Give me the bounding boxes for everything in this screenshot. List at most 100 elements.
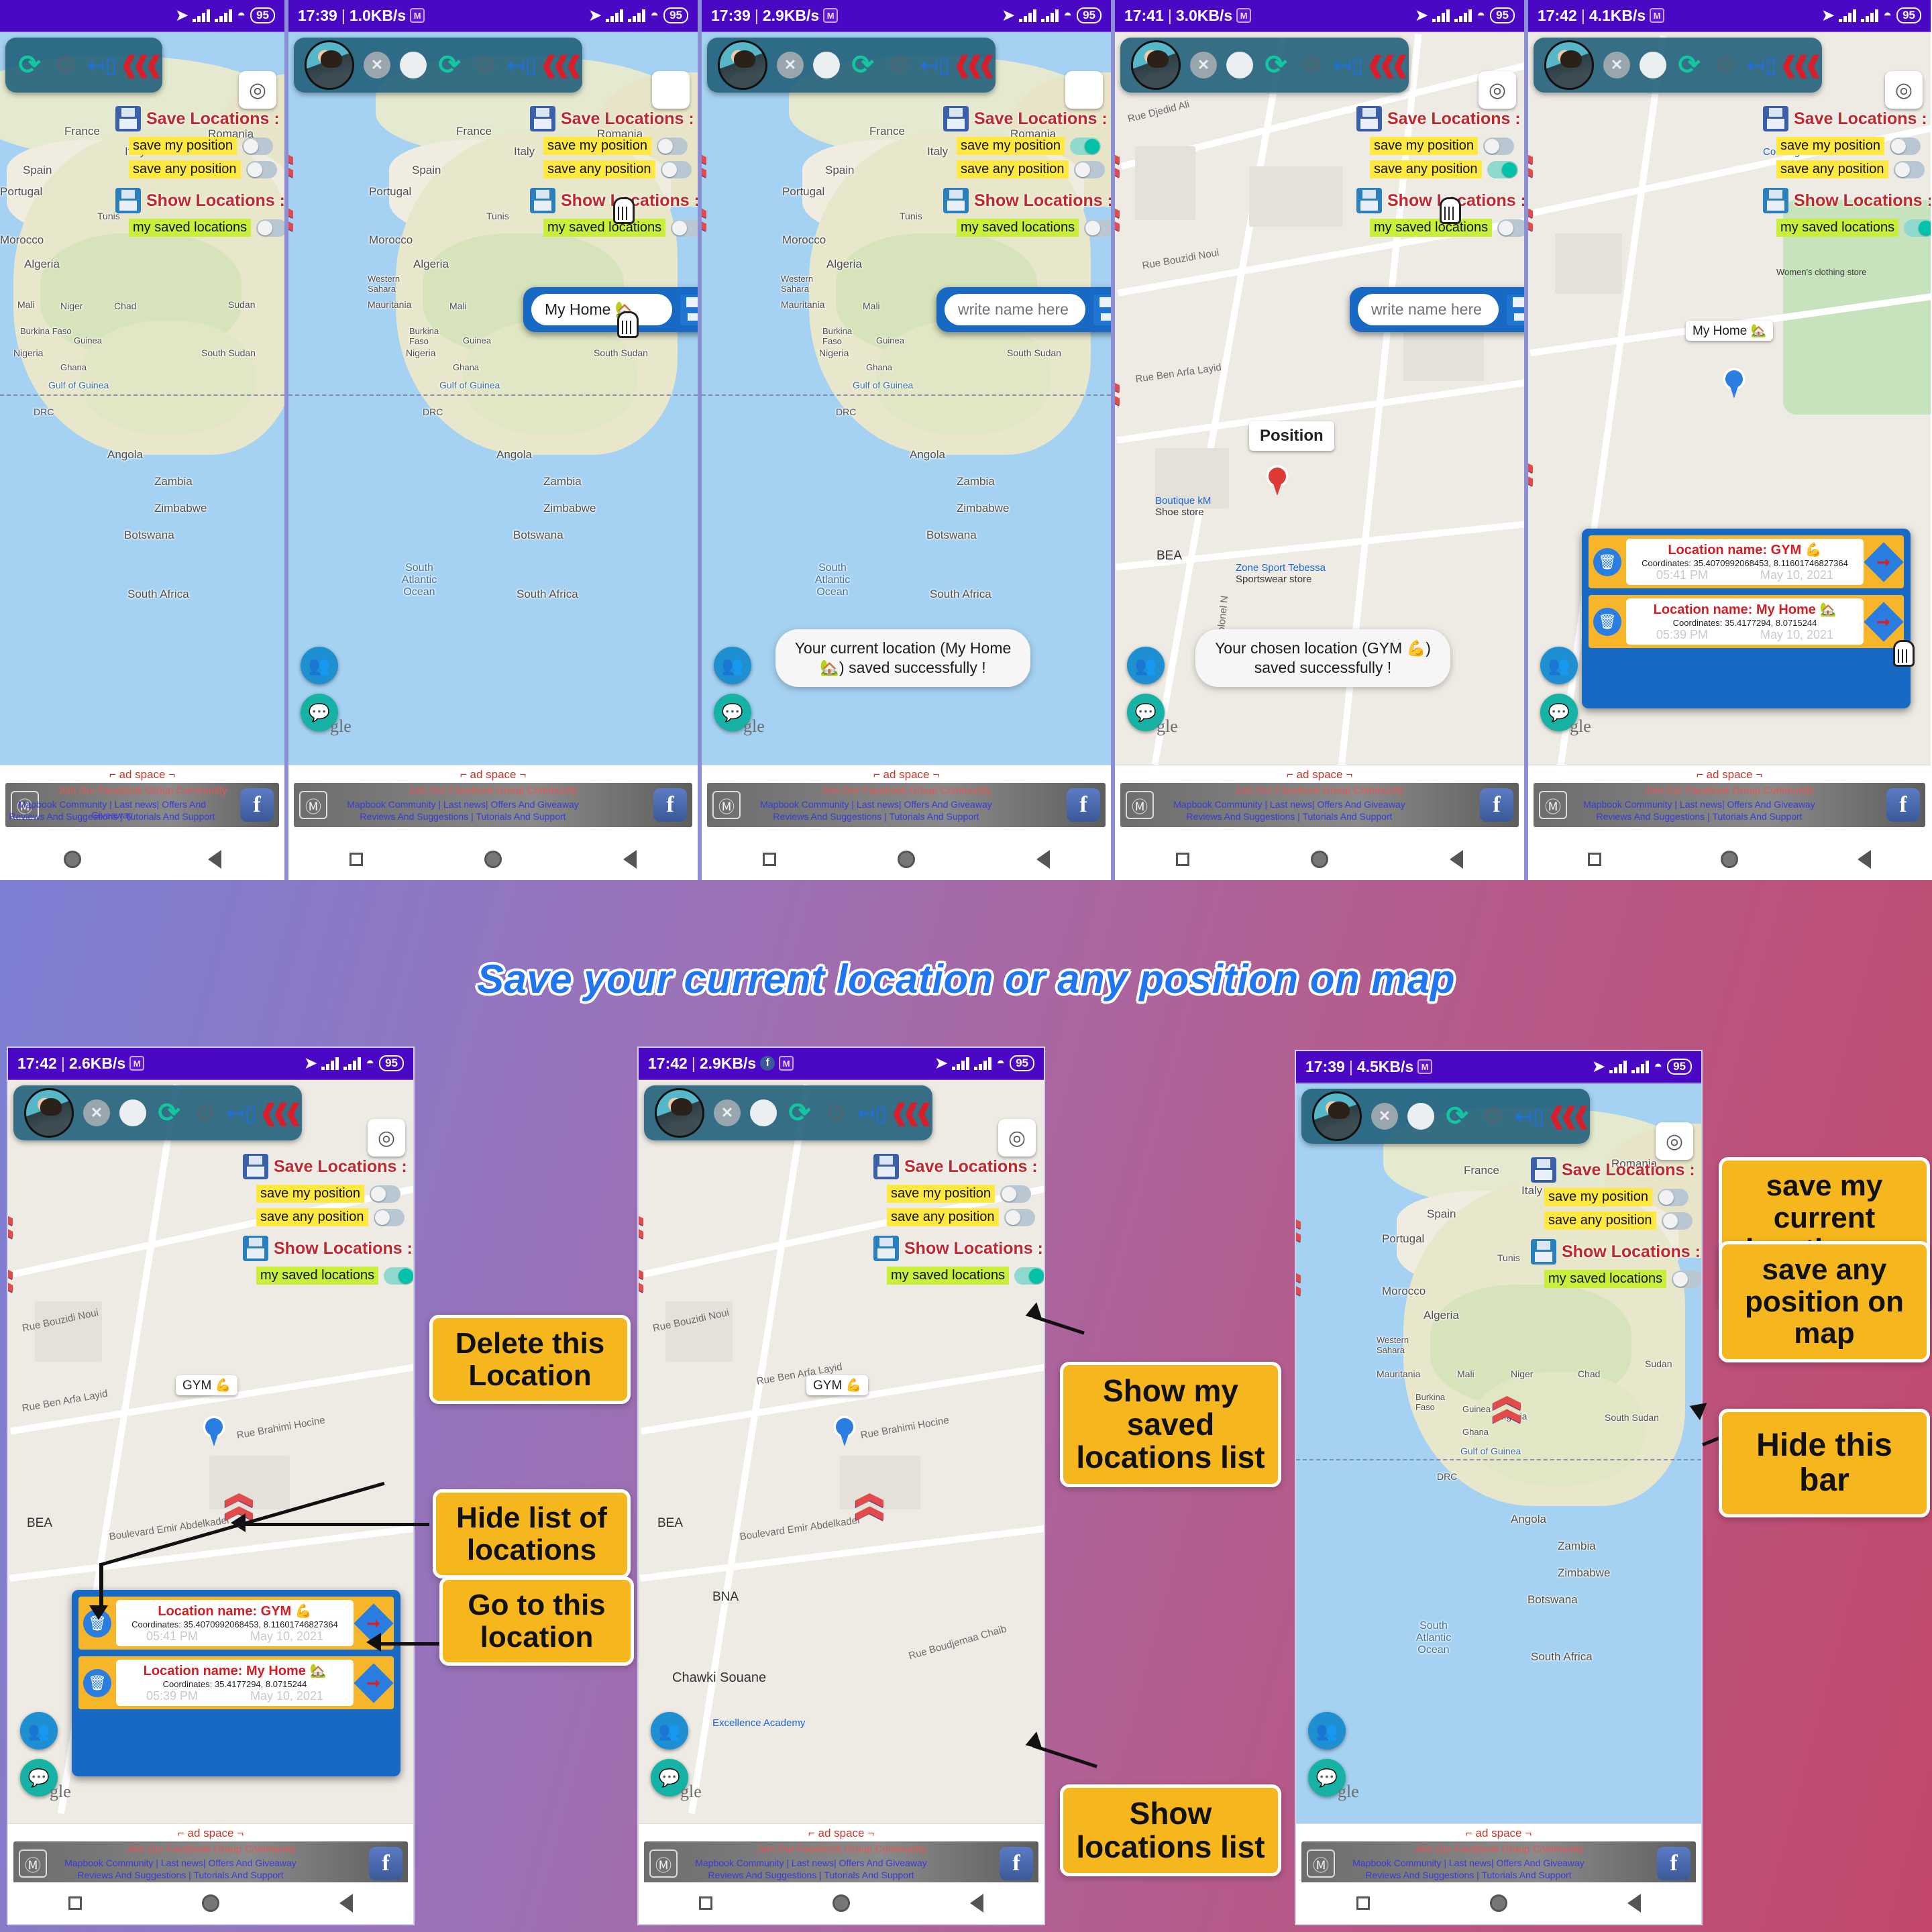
gps-target-icon[interactable]: ◎ bbox=[998, 1119, 1036, 1157]
circle-icon[interactable] bbox=[1226, 52, 1253, 78]
location-name-dialog[interactable] bbox=[523, 287, 698, 332]
gear-icon[interactable]: ⚙ bbox=[472, 51, 499, 78]
save-location-button[interactable] bbox=[680, 294, 698, 325]
double-chevron-icon[interactable]: ❰❰❰ bbox=[1779, 52, 1823, 78]
circle-icon[interactable] bbox=[400, 52, 427, 78]
hide-bar-chevron-icon-1[interactable]: ❰❰ bbox=[1296, 1211, 1304, 1237]
circle-icon[interactable] bbox=[750, 1099, 777, 1126]
exit-icon[interactable]: ↤▯ bbox=[857, 1099, 887, 1126]
gear-icon[interactable]: ⚙ bbox=[885, 51, 912, 78]
android-nav-bar[interactable] bbox=[8, 1882, 413, 1924]
my-saved-locations-toggle[interactable] bbox=[1672, 1270, 1701, 1288]
poi-excellence-academy[interactable]: Excellence Academy bbox=[712, 1717, 805, 1729]
save-my-position-toggle[interactable] bbox=[369, 1185, 400, 1203]
gear-icon[interactable]: ⚙ bbox=[52, 51, 79, 78]
list-item[interactable]: 🗑 Location name: My Home 🏡 Coordinates: … bbox=[1589, 595, 1904, 648]
people-icon[interactable]: 👥 bbox=[1308, 1712, 1346, 1750]
map-toolbar[interactable]: ⟳ ⚙ ↤▯ ❰❰❰ bbox=[5, 38, 164, 93]
refresh-icon[interactable]: ⟳ bbox=[849, 52, 876, 78]
nav-recents-button[interactable] bbox=[1588, 853, 1601, 866]
circle-icon[interactable] bbox=[1640, 52, 1666, 78]
save-my-position-toggle[interactable] bbox=[241, 137, 273, 155]
nav-back-button[interactable] bbox=[207, 850, 221, 869]
my-saved-locations-toggle[interactable] bbox=[671, 219, 698, 237]
facebook-icon[interactable]: f bbox=[1480, 788, 1513, 822]
exit-icon[interactable]: ↤▯ bbox=[227, 1099, 256, 1126]
gps-target-icon[interactable]: ◎ bbox=[368, 1119, 405, 1157]
people-icon[interactable]: 👥 bbox=[301, 647, 338, 684]
ad-banner[interactable]: Ⓜ Join Our Facebook Group Community Mapb… bbox=[1534, 783, 1925, 827]
facebook-icon[interactable]: f bbox=[369, 1847, 402, 1880]
refresh-icon[interactable]: ⟳ bbox=[1444, 1103, 1470, 1130]
nav-home-button[interactable] bbox=[897, 851, 915, 868]
go-to-location-button[interactable]: ➞ bbox=[1864, 595, 1904, 648]
close-icon[interactable]: ✕ bbox=[1190, 52, 1217, 78]
my-saved-locations-toggle[interactable] bbox=[384, 1267, 413, 1285]
map-toolbar[interactable]: ✕ ⟳ ⚙ ↤▯ ❰❰❰ bbox=[1534, 38, 1823, 93]
list-item[interactable]: 🗑 Location name: GYM 💪 Coordinates: 35.4… bbox=[1589, 535, 1904, 588]
save-any-position-toggle[interactable] bbox=[660, 160, 692, 178]
save-any-position-toggle[interactable] bbox=[1004, 1208, 1035, 1226]
poi-zone-sport[interactable]: Zone Sport Tebessa Sportswear store bbox=[1236, 562, 1326, 585]
save-my-position-toggle[interactable] bbox=[1657, 1188, 1688, 1206]
facebook-icon[interactable]: f bbox=[1657, 1847, 1690, 1880]
android-nav-bar[interactable] bbox=[1296, 1882, 1701, 1924]
map-toolbar[interactable]: ✕ ⟳ ⚙ ↤▯ ❰❰❰ bbox=[644, 1085, 934, 1140]
gear-icon[interactable]: ⚙ bbox=[1480, 1102, 1507, 1130]
ad-banner[interactable]: Ⓜ Join Our Facebook Group Community Mapb… bbox=[644, 1841, 1038, 1886]
go-to-location-button[interactable]: ➞ bbox=[1864, 535, 1904, 588]
facebook-icon[interactable]: f bbox=[653, 788, 687, 822]
nav-back-button[interactable] bbox=[339, 1894, 354, 1913]
ad-banner[interactable]: Ⓜ Join Our Facebook Group Community Mapb… bbox=[294, 783, 692, 827]
ad-banner[interactable]: Ⓜ Join Our Facebook Group Community Mapb… bbox=[5, 783, 279, 827]
ad-banner[interactable]: Ⓜ Join Our Facebook Group Community Mapb… bbox=[707, 783, 1106, 827]
double-chevron-icon[interactable]: ❰❰❰ bbox=[890, 1099, 933, 1126]
nav-home-button[interactable] bbox=[1721, 851, 1738, 868]
delete-location-button[interactable]: 🗑 bbox=[1589, 535, 1626, 588]
refresh-icon[interactable]: ⟳ bbox=[156, 1099, 182, 1126]
ad-banner[interactable]: Ⓜ Join Our Facebook Group Community Mapb… bbox=[1120, 783, 1519, 827]
nav-home-button[interactable] bbox=[63, 851, 81, 868]
hide-bar-chevron-icon-1[interactable]: ❰❰ bbox=[288, 146, 297, 172]
android-nav-bar[interactable] bbox=[639, 1882, 1044, 1924]
map-canvas[interactable]: Rue Djedid Ali Rue Bouzidi Noui Rue Ben … bbox=[1115, 32, 1524, 765]
save-any-position-toggle[interactable] bbox=[1487, 160, 1518, 178]
hide-bar-chevron-icon-1[interactable]: ❰❰ bbox=[639, 1208, 647, 1234]
double-chevron-icon[interactable]: ❰❰❰ bbox=[953, 52, 996, 78]
list-item[interactable]: 🗑 Location name: My Home 🏡 Coordinates: … bbox=[78, 1656, 394, 1709]
exit-icon[interactable]: ↤▯ bbox=[1515, 1103, 1544, 1130]
map-toolbar[interactable]: ✕ ⟳ ⚙ ↤▯ ❰❰❰ bbox=[13, 1085, 303, 1140]
nav-recents-button[interactable] bbox=[762, 853, 776, 866]
map-toolbar[interactable]: ✕ ⟳ ⚙ ↤▯ ❰❰❰ bbox=[707, 38, 997, 93]
location-name-input[interactable] bbox=[1358, 294, 1499, 325]
gear-icon[interactable]: ⚙ bbox=[1712, 51, 1739, 78]
double-chevron-icon[interactable]: ❰❰❰ bbox=[1366, 52, 1409, 78]
map-canvas[interactable]: Rue Bouzidi Noui Rue Ben Arfa Layid Rue … bbox=[639, 1080, 1044, 1823]
save-my-position-toggle[interactable] bbox=[1889, 137, 1921, 155]
my-saved-locations-toggle[interactable] bbox=[1497, 219, 1524, 237]
circle-icon[interactable] bbox=[119, 1099, 146, 1126]
hide-bar-chevron-icon-1[interactable]: ❰❰ bbox=[1528, 146, 1536, 172]
people-icon[interactable]: 👥 bbox=[714, 647, 751, 684]
show-list-chevron-icon[interactable]: ❰❰ bbox=[1115, 374, 1123, 400]
nav-recents-button[interactable] bbox=[1175, 853, 1189, 866]
delete-location-button[interactable]: 🗑 bbox=[78, 1597, 116, 1650]
hide-bar-chevron-icon-1[interactable]: ❰❰ bbox=[8, 1208, 16, 1234]
my-saved-locations-toggle[interactable] bbox=[1904, 219, 1931, 237]
avatar[interactable] bbox=[305, 40, 354, 90]
map-canvas[interactable]: France Romania Italy Spain Portugal Tuni… bbox=[702, 32, 1111, 765]
hide-bar-chevron-icon-1[interactable]: ❰❰ bbox=[702, 146, 710, 172]
avatar[interactable] bbox=[1544, 40, 1594, 90]
poi-women-clothing[interactable]: Women's clothing store bbox=[1776, 267, 1866, 277]
refresh-icon[interactable]: ⟳ bbox=[16, 52, 43, 78]
gear-icon[interactable]: ⚙ bbox=[1299, 51, 1326, 78]
nav-back-button[interactable] bbox=[1450, 850, 1464, 869]
close-icon[interactable]: ✕ bbox=[364, 52, 390, 78]
avatar[interactable] bbox=[1131, 40, 1181, 90]
delete-location-button[interactable]: 🗑 bbox=[1589, 595, 1626, 648]
exit-icon[interactable]: ↤▯ bbox=[507, 52, 537, 78]
nav-home-button[interactable] bbox=[1310, 851, 1328, 868]
map-canvas[interactable]: Rue Bouzidi Noui Rue Ben Arfa Layid Rue … bbox=[8, 1080, 413, 1823]
double-chevron-icon[interactable]: ❰❰❰ bbox=[539, 52, 583, 78]
refresh-icon[interactable]: ⟳ bbox=[436, 52, 463, 78]
